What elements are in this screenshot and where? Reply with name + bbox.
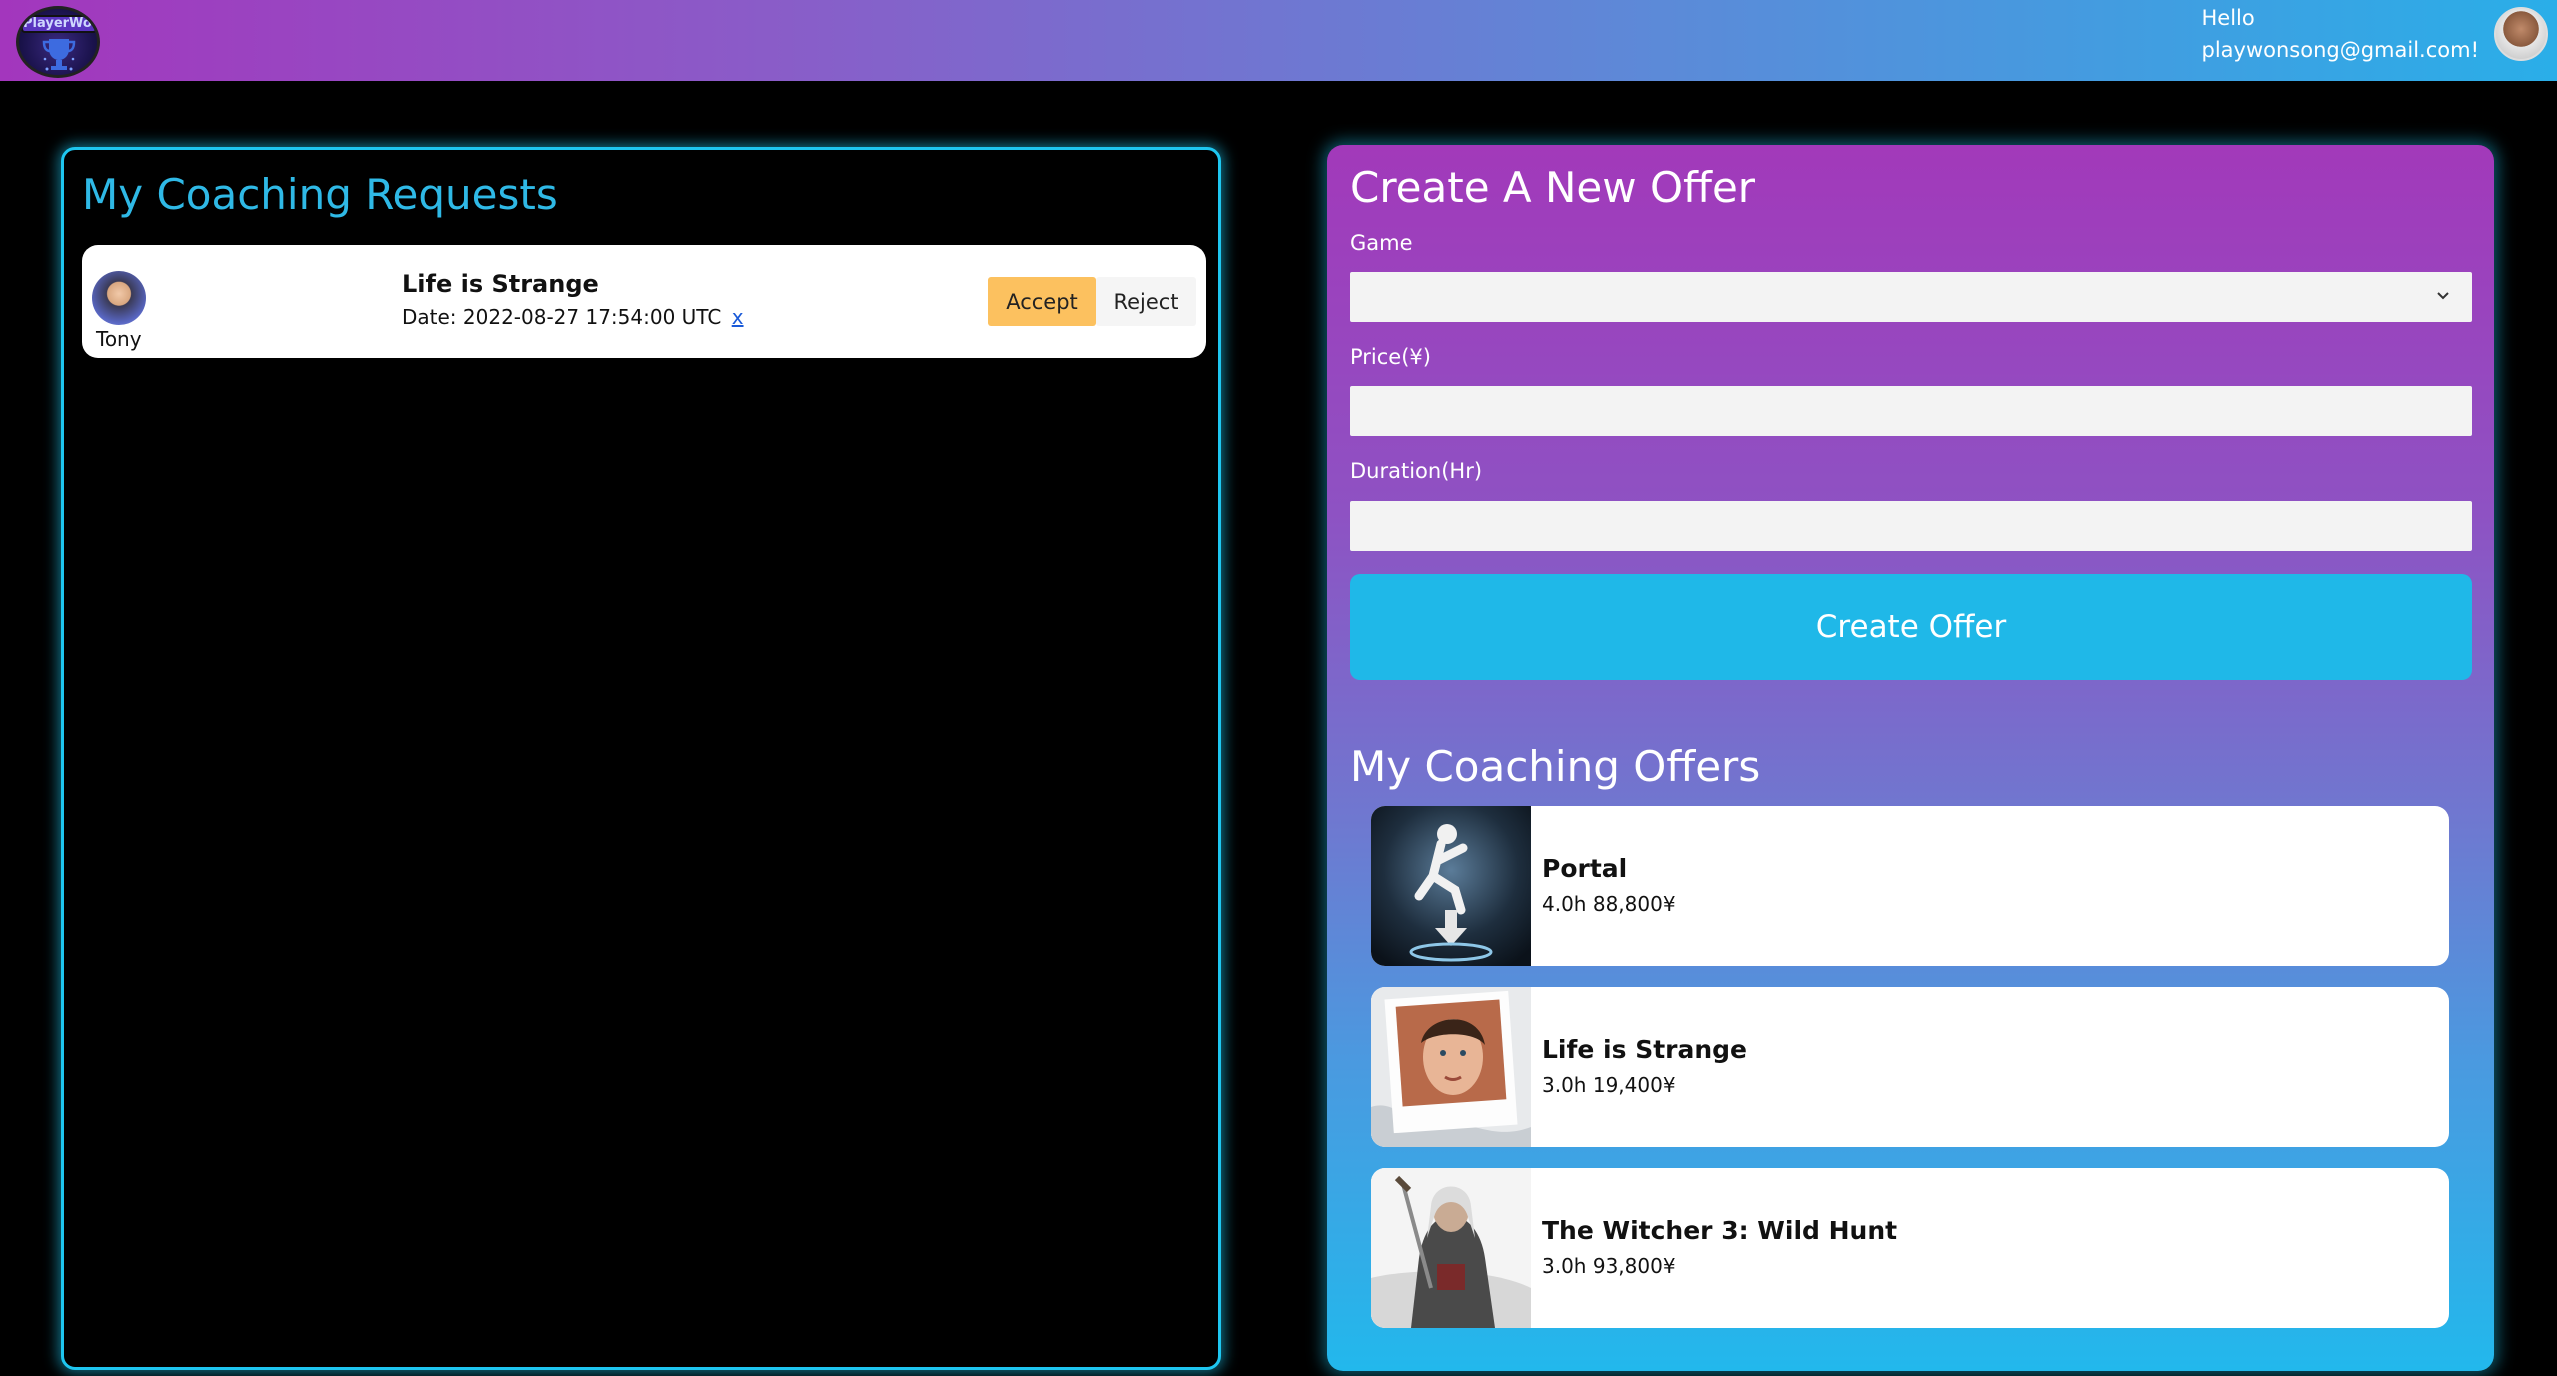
price-input[interactable]	[1350, 386, 2472, 436]
greeting-email: playwonsong@gmail.com!	[2201, 38, 2480, 62]
accept-button[interactable]: Accept	[988, 277, 1096, 326]
user-avatar[interactable]	[2494, 7, 2548, 61]
witcher-cover-image	[1371, 1168, 1531, 1328]
offer-meta: 3.0h 19,400¥	[1542, 1073, 1676, 1097]
duration-input[interactable]	[1350, 501, 2472, 551]
logo-text: PlayerWon	[21, 15, 100, 33]
requester-name: Tony	[96, 327, 142, 351]
offers-panel: Create A New Offer Game Price(¥) Duratio…	[1327, 145, 2494, 1371]
offer-card[interactable]: The Witcher 3: Wild Hunt 3.0h 93,800¥	[1371, 1168, 2449, 1328]
greeting-hello: Hello	[2201, 6, 2255, 30]
trophy-icon	[42, 39, 76, 71]
greeting: Hello playwonsong@gmail.com!	[2202, 2, 2480, 66]
offers-title: My Coaching Offers	[1350, 742, 1761, 791]
request-date: Date: 2022-08-27 17:54:00 UTC	[402, 305, 722, 329]
chevron-down-icon	[2437, 292, 2449, 300]
offer-card[interactable]: Life is Strange 3.0h 19,400¥	[1371, 987, 2449, 1147]
request-game: Life is Strange	[402, 270, 599, 298]
offer-game: Life is Strange	[1542, 1035, 1747, 1064]
offer-game: Portal	[1542, 854, 1628, 883]
game-select[interactable]	[1350, 272, 2472, 322]
reject-button[interactable]: Reject	[1096, 277, 1196, 326]
app-logo[interactable]: PlayerWon	[16, 6, 100, 78]
requests-title: My Coaching Requests	[82, 170, 558, 219]
request-card: Tony Life is Strange Date: 2022-08-27 17…	[82, 245, 1206, 358]
request-date-line: Date: 2022-08-27 17:54:00 UTC x	[402, 305, 744, 329]
create-offer-title: Create A New Offer	[1350, 163, 1756, 212]
create-offer-button[interactable]: Create Offer	[1350, 574, 2472, 680]
requester-avatar	[92, 271, 146, 325]
duration-label: Duration(Hr)	[1350, 459, 1483, 483]
game-label: Game	[1350, 231, 1413, 255]
offer-game: The Witcher 3: Wild Hunt	[1542, 1216, 1898, 1245]
price-label: Price(¥)	[1350, 345, 1431, 369]
offer-card[interactable]: Portal 4.0h 88,800¥	[1371, 806, 2449, 966]
offer-meta: 3.0h 93,800¥	[1542, 1254, 1676, 1278]
offer-meta: 4.0h 88,800¥	[1542, 892, 1676, 916]
life-is-strange-cover-image	[1371, 987, 1531, 1147]
portal-cover-image	[1371, 806, 1531, 966]
remove-request-link[interactable]: x	[732, 305, 744, 329]
coaching-requests-panel: My Coaching Requests Tony Life is Strang…	[61, 147, 1221, 1370]
top-header: PlayerWon Hello playwonsong@gmail.com!	[0, 0, 2557, 81]
